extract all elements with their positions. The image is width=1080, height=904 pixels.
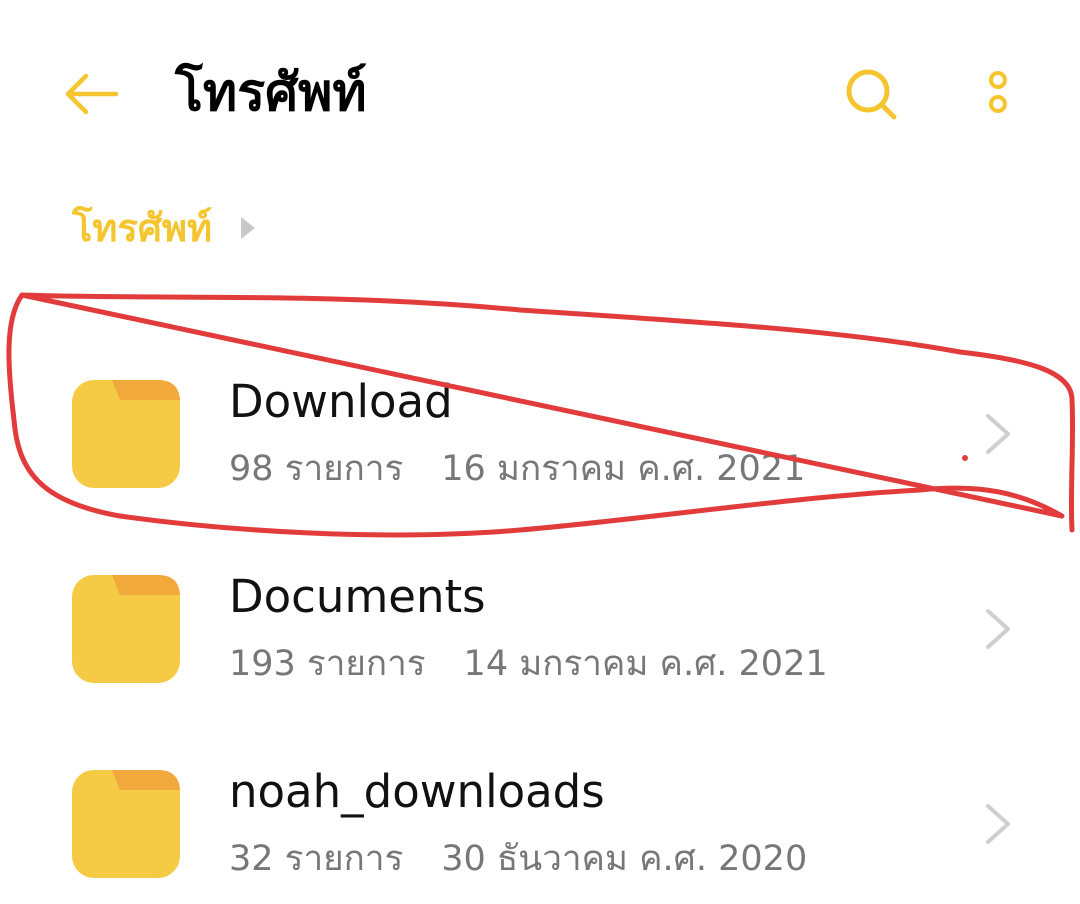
search-button[interactable] [840,62,904,126]
chevron-right-icon [986,609,1010,649]
more-options-button[interactable] [974,62,1022,126]
folder-meta: 193 รายการ 14 มกราคม ค.ศ. 2021 [229,639,828,689]
folder-name: noah_downloads [229,765,605,818]
breadcrumb-item-phone[interactable]: โทรศัพท์ [72,200,212,256]
breadcrumb: โทรศัพท์ [72,200,258,256]
modified-date: 16 มกราคม ค.ศ. 2021 [441,449,806,489]
modified-date: 14 มกราคม ค.ศ. 2021 [463,644,828,684]
chevron-right-icon [986,804,1010,844]
folder-row-noah-downloads[interactable]: noah_downloads 32 รายการ 30 ธันวาคม ค.ศ. … [0,710,1080,900]
caret-right-icon [241,217,256,239]
page-title: โทรศัพท์ [175,63,367,123]
app-bar: โทรศัพท์ [0,0,1080,190]
more-vertical-icon [989,71,1007,113]
folder-icon [72,575,180,683]
chevron-right-icon [986,414,1010,454]
folder-meta: 98 รายการ 16 มกราคม ค.ศ. 2021 [229,444,805,494]
folder-meta: 32 รายการ 30 ธันวาคม ค.ศ. 2020 [229,834,807,884]
back-button[interactable] [60,62,124,126]
folder-name: Documents [229,570,486,623]
search-icon [846,69,897,120]
folder-icon [72,380,180,488]
item-count: 32 รายการ [229,839,404,879]
item-count: 98 รายการ [229,449,404,489]
back-arrow-icon [65,73,119,115]
folder-name: Download [229,375,453,428]
folder-row-documents[interactable]: Documents 193 รายการ 14 มกราคม ค.ศ. 2021 [0,515,1080,705]
modified-date: 30 ธันวาคม ค.ศ. 2020 [441,839,808,879]
item-count: 193 รายการ [229,644,426,684]
folder-row-download[interactable]: Download 98 รายการ 16 มกราคม ค.ศ. 2021 [0,320,1080,510]
folder-icon [72,770,180,878]
